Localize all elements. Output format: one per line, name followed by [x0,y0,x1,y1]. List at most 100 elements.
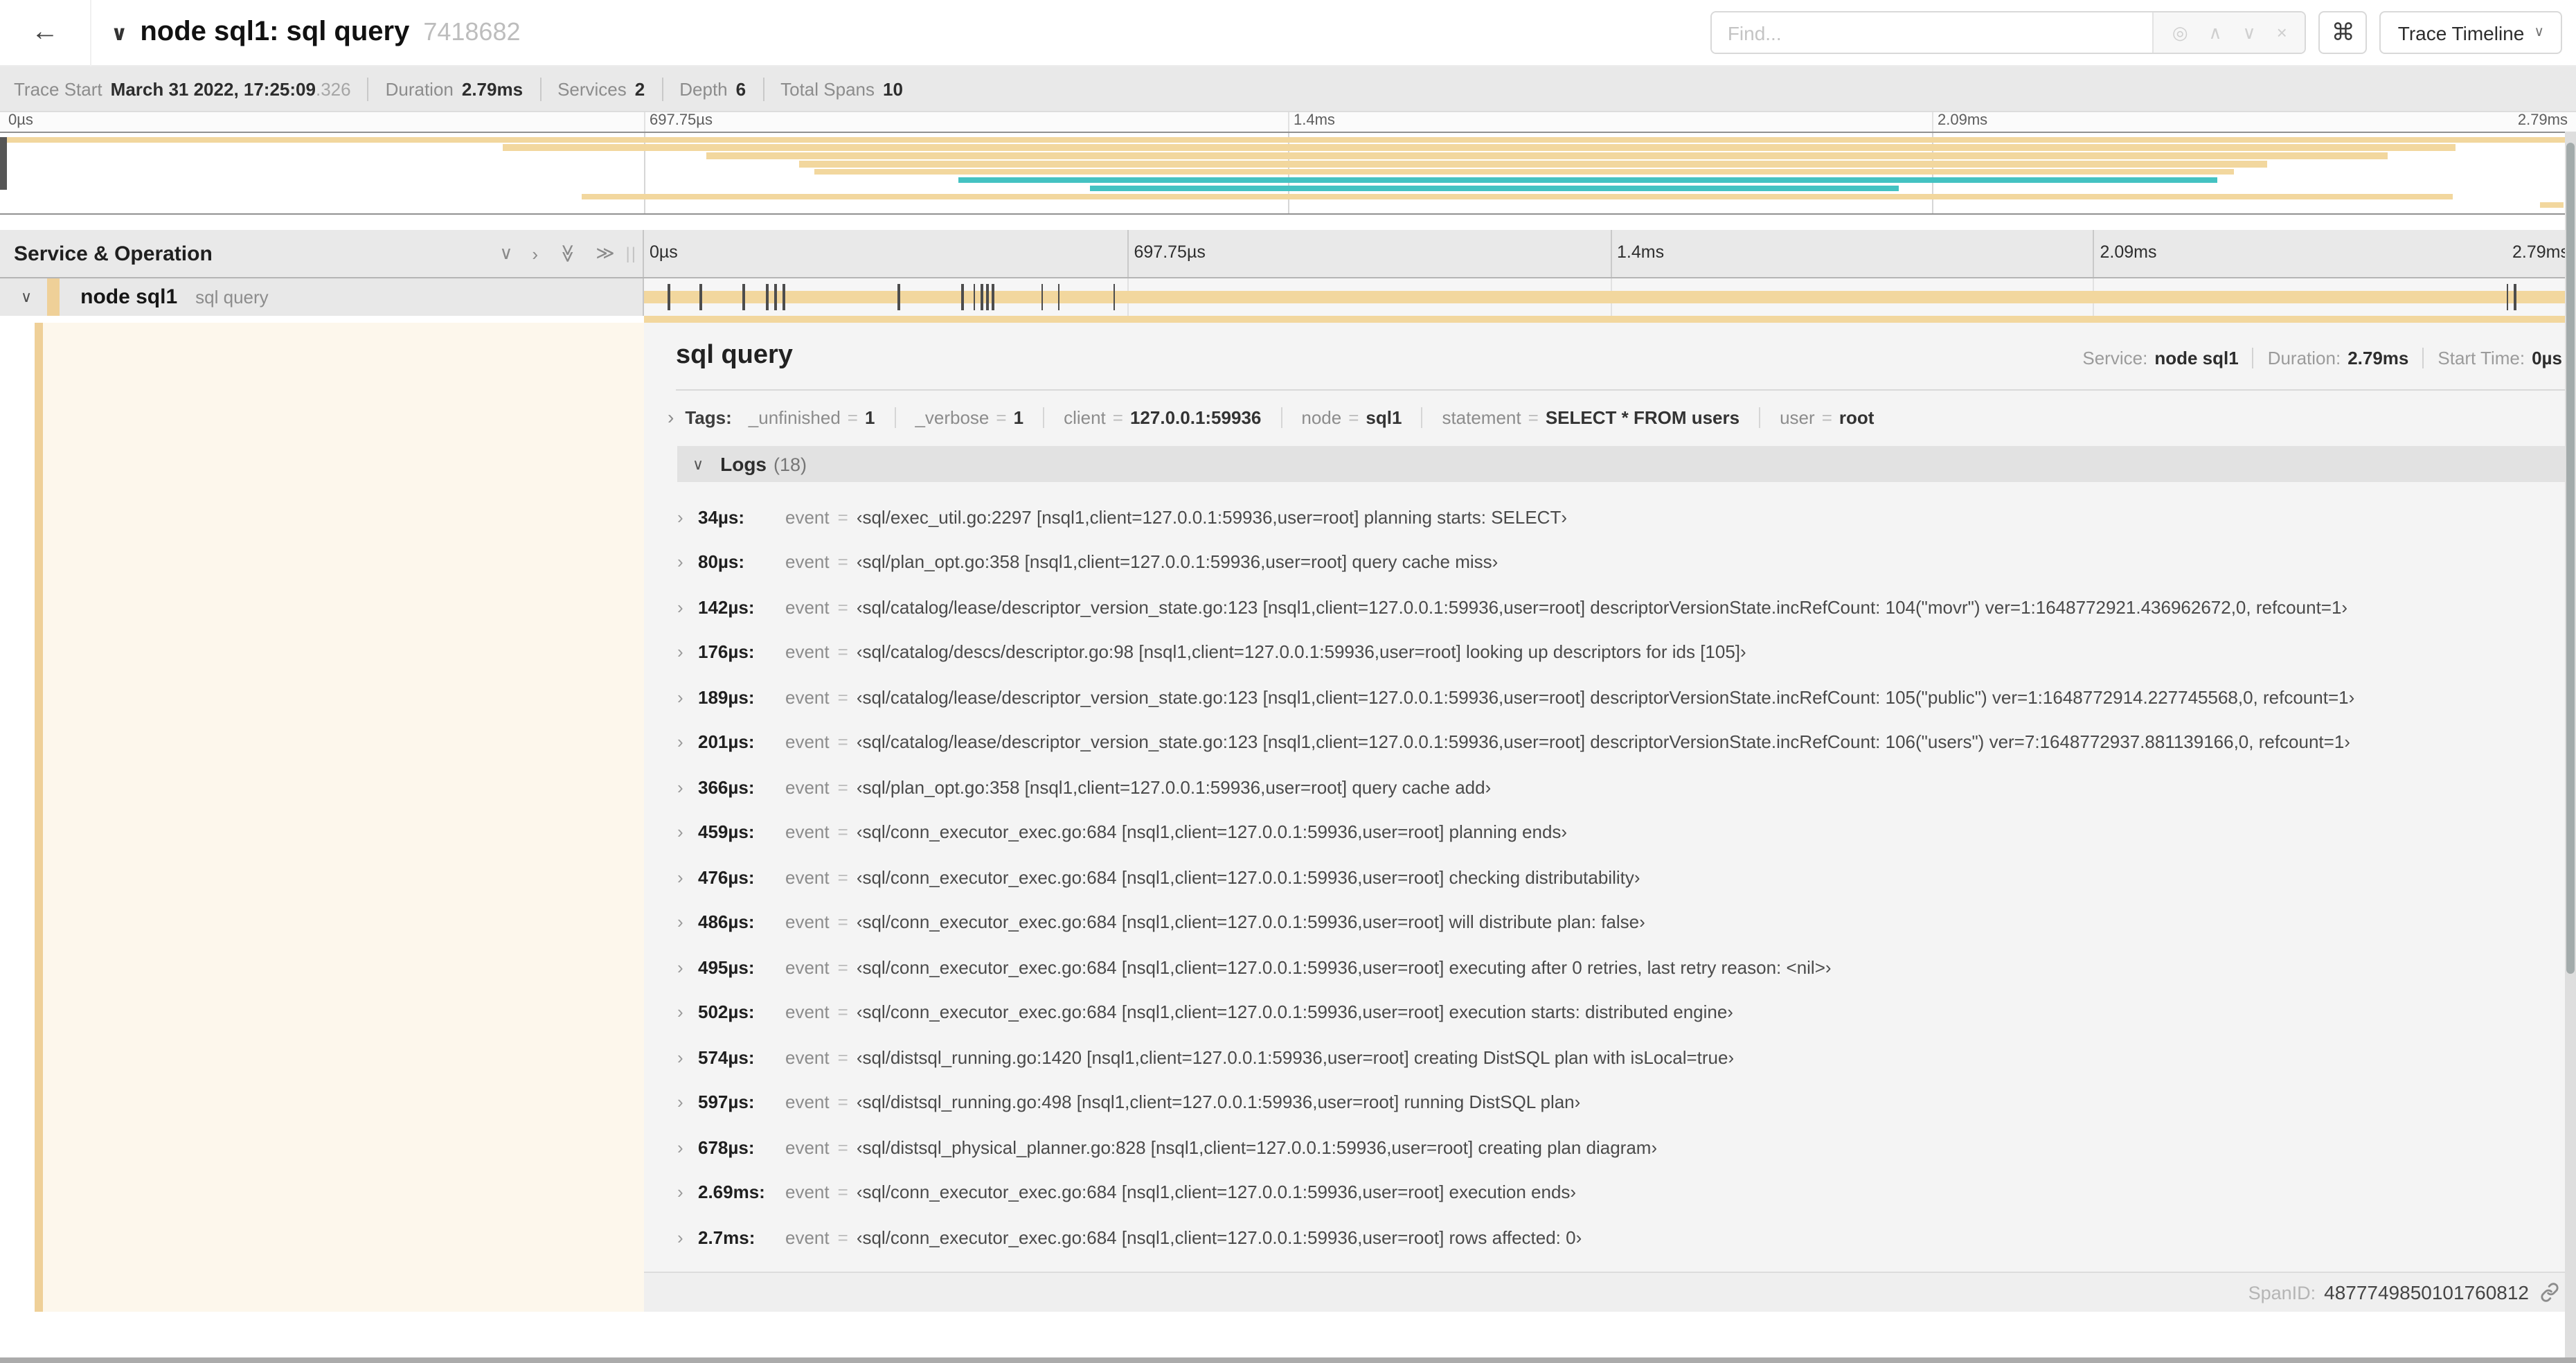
equals-sign: = [837,1182,848,1203]
span-row[interactable]: ∨ node sql1 sql query [0,278,2576,316]
chevron-right-icon: › [677,1137,683,1158]
next-result-icon[interactable]: ∨ [2243,24,2256,42]
log-field-key: event [785,1137,830,1158]
timeline-tick-label: 0µs [650,242,678,262]
log-entry[interactable]: › 176µs: event = ‹sql/catalog/descs/descript… [677,630,2565,675]
meta-duration: Duration 2.79ms [367,77,539,100]
chevron-right-icon: › [677,821,683,843]
log-timestamp: 189µs: [698,686,755,708]
log-entry[interactable]: › 574µs: event = ‹sql/distsql_running.go:142… [677,1035,2565,1080]
log-entry[interactable]: › 142µs: event = ‹sql/catalog/lease/descript… [677,585,2565,630]
log-field-key: event [785,641,830,663]
log-entry[interactable]: › 597µs: event = ‹sql/distsql_running.go:498… [677,1080,2565,1125]
detail-meta-label: Duration: [2267,348,2341,368]
ruler-tick-label: 0µs [8,112,33,129]
log-timestamp: 678µs: [698,1137,755,1158]
span-timeline-cell[interactable] [644,278,2576,316]
minimap-left-drag-handle[interactable] [0,137,7,190]
span-detail-header[interactable]: sql query Service: node sql1 Duration: 2… [644,323,2576,389]
log-timestamp: 495µs: [698,956,755,978]
log-field-key: event [785,776,830,798]
log-entry[interactable]: › 476µs: event = ‹sql/conn_executor_exec.go:… [677,855,2565,900]
log-timestamp: 459µs: [698,821,755,843]
equals-sign: = [837,956,848,978]
detail-service: Service: node sql1 [2068,348,2252,368]
locate-icon[interactable]: ◎ [2172,24,2188,42]
tags-row[interactable]: › Tags: _unfinished = 1 _verbose = 1 client = 12… [644,391,2576,440]
log-entry[interactable]: › 201µs: event = ‹sql/catalog/lease/descript… [677,720,2565,765]
expand-one-icon[interactable]: › [532,243,538,264]
link-icon[interactable] [2540,1283,2559,1302]
log-entry[interactable]: › 80µs: event = ‹sql/plan_opt.go:358 [nsql1,… [677,540,2565,585]
meta-label: Depth [679,78,728,99]
log-timestamp: 176µs: [698,641,755,663]
logs-header[interactable]: ∨ Logs (18) [677,446,2566,482]
log-timestamp: 80µs: [698,551,745,573]
chevron-right-icon: › [677,506,683,528]
ruler-tick-label: 697.75µs [650,112,713,129]
chevron-down-icon: ∨ [2534,25,2544,40]
log-entry[interactable]: › 486µs: event = ‹sql/conn_executor_exec.go:… [677,900,2565,945]
log-event-tick [986,284,989,310]
log-field-key: event [785,821,830,843]
log-timestamp: 486µs: [698,911,755,933]
log-field-key: event [785,596,830,618]
log-entry[interactable]: › 678µs: event = ‹sql/distsql_physical_plann… [677,1125,2565,1170]
log-timestamp: 502µs: [698,1001,755,1023]
collapse-one-icon[interactable]: ∨ [499,242,512,265]
find-input[interactable] [1712,12,2153,53]
scrollbar-thumb[interactable] [2566,143,2575,974]
log-entry[interactable]: › 189µs: event = ‹sql/catalog/lease/descript… [677,675,2565,720]
page-scrollbar[interactable] [2565,132,2576,1357]
detail-span-bar [644,316,2565,323]
column-resize-handle[interactable]: || [626,244,637,263]
log-field-value: ‹sql/distsql_running.go:498 [nsql1,clien… [856,1092,1581,1113]
selected-span-highlight [43,323,644,1312]
log-entry[interactable]: › 366µs: event = ‹sql/plan_opt.go:358 [nsql1… [677,765,2565,810]
back-arrow-icon: ← [31,17,59,47]
expand-all-icon[interactable]: ≫ [596,242,614,265]
log-timestamp: 597µs: [698,1092,755,1113]
log-entry[interactable]: › 2.7ms: event = ‹sql/conn_executor_exec.go:… [677,1215,2565,1260]
log-field-key: event [785,866,830,888]
chevron-right-icon: › [677,1046,683,1068]
trace-id: 7418682 [423,18,521,46]
equals-sign: = [837,866,848,888]
equals-sign: = [837,596,848,618]
detail-body: sql query Service: node sql1 Duration: 2… [0,323,2576,1312]
log-entry[interactable]: › 459µs: event = ‹sql/conn_executor_exec.go:… [677,810,2565,855]
minimap-ruler: 0µs 697.75µs 1.4ms 2.09ms 2.79ms [0,112,2576,132]
equals-sign: = [837,686,848,708]
command-icon: ⌘ [2331,19,2355,45]
log-entry[interactable]: › 502µs: event = ‹sql/conn_executor_exec.go:… [677,990,2565,1035]
log-event-tick [897,284,900,310]
log-field-value: ‹sql/conn_executor_exec.go:684 [nsql1,cl… [856,956,1832,978]
log-field-key: event [785,1227,830,1248]
log-entry[interactable]: › 2.69ms: event = ‹sql/conn_executor_exec.go… [677,1170,2565,1215]
chevron-right-icon: › [677,1227,683,1248]
trace-minimap[interactable] [0,132,2576,215]
service-color-stripe [35,323,43,1312]
tag-item: client = 127.0.0.1:59936 [1064,407,1282,427]
view-options-button[interactable]: Trace Timeline ∨ [2379,11,2562,54]
span-operation-name: sql query [195,287,269,308]
chevron-right-icon: › [677,1092,683,1113]
back-button[interactable]: ← [0,0,91,66]
tag-item: _unfinished = 1 [749,407,896,427]
log-entry[interactable]: › 495µs: event = ‹sql/conn_executor_exec.go:… [677,945,2565,990]
collapse-all-icon[interactable]: ≫ [556,244,578,262]
equals-sign: = [837,731,848,753]
span-tree-gutter [0,323,644,1312]
tag-item: node = sql1 [1301,407,1423,427]
span-collapse-chevron-icon[interactable]: ∨ [21,288,32,306]
keyboard-shortcuts-button[interactable]: ⌘ [2318,11,2368,54]
chevron-right-icon: › [677,911,683,933]
clear-search-icon[interactable]: × [2277,24,2287,42]
log-entry[interactable]: › 34µs: event = ‹sql/exec_util.go:2297 [nsql… [677,495,2565,540]
window-bottom-edge [0,1357,2576,1363]
trace-collapse-chevron-icon[interactable]: ∨ [111,20,127,45]
span-name-cell[interactable]: ∨ node sql1 sql query [0,278,644,316]
tags-list: _unfinished = 1 _verbose = 1 client = 127.0.0.1:… [749,407,1913,427]
prev-result-icon[interactable]: ∧ [2209,24,2222,42]
log-field-key: event [785,506,830,528]
